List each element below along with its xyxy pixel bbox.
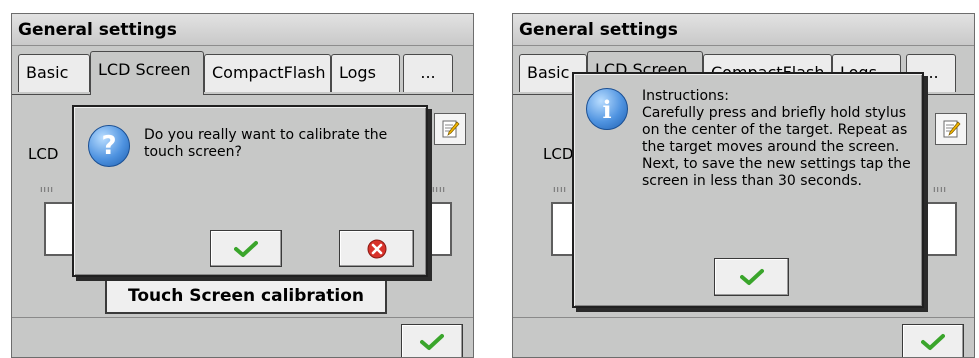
- tab-more[interactable]: ...: [403, 54, 453, 92]
- lcd-label: LCD: [28, 145, 59, 163]
- instructions-ok-button[interactable]: [714, 258, 789, 296]
- info-icon: i: [586, 88, 628, 130]
- checkmark-icon: [420, 334, 444, 350]
- window-title: General settings: [513, 14, 974, 46]
- checkmark-icon: [234, 240, 258, 257]
- instructions-message: Carefully press and briefly hold stylus …: [642, 105, 911, 189]
- tab-basic[interactable]: Basic: [18, 54, 90, 92]
- slider-ticks: ıııı: [432, 185, 447, 195]
- edit-button[interactable]: [935, 113, 967, 145]
- tab-lcd-screen[interactable]: LCD Screen: [90, 51, 204, 95]
- question-icon: ?: [88, 125, 130, 167]
- instructions-title: Instructions:: [642, 88, 729, 104]
- settings-window-right: General settings Basic LCD Screen Compac…: [512, 13, 975, 358]
- instructions-dialog: i Instructions: Carefully press and brie…: [572, 72, 924, 308]
- slider-ticks: ıııı: [933, 185, 948, 195]
- confirm-ok-button[interactable]: [210, 230, 282, 267]
- settings-window-left: General settings Basic LCD Screen Compac…: [11, 13, 474, 358]
- checkmark-icon: [739, 269, 764, 285]
- edit-button[interactable]: [434, 113, 466, 145]
- slider-ticks: ıııı: [553, 185, 568, 195]
- notepad-icon: [943, 120, 961, 138]
- slider-ticks: ıııı: [40, 185, 55, 195]
- tab-compactflash[interactable]: CompactFlash: [204, 54, 331, 92]
- lcd-label: LCD: [543, 145, 574, 163]
- window-title: General settings: [12, 14, 473, 46]
- cancel-x-icon: [367, 239, 386, 258]
- ok-button[interactable]: [401, 324, 463, 357]
- confirm-message: Do you really want to calibrate the touc…: [144, 127, 388, 160]
- ok-button[interactable]: [902, 324, 964, 357]
- confirm-dialog: ? Do you really want to calibrate the to…: [72, 105, 428, 277]
- notepad-icon: [442, 120, 460, 138]
- touch-screen-calibration-button[interactable]: Touch Screen calibration: [105, 278, 387, 314]
- confirm-cancel-button[interactable]: [339, 230, 414, 267]
- tab-logs[interactable]: Logs: [331, 54, 400, 92]
- checkmark-icon: [921, 334, 945, 350]
